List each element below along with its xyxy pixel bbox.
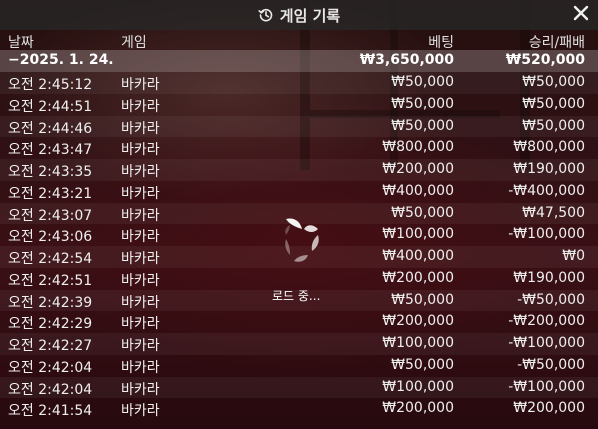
row-game: 바카라 bbox=[121, 272, 160, 289]
history-row[interactable]: 오전 2:43:21 바카라 ₩400,000 -₩400,000 bbox=[0, 181, 598, 203]
history-row[interactable]: 오전 2:42:04 바카라 ₩100,000 -₩100,000 bbox=[0, 376, 598, 399]
row-result: -₩100,000 bbox=[508, 335, 585, 351]
row-bet: ₩50,000 bbox=[391, 95, 454, 112]
loading-spinner-icon bbox=[280, 215, 324, 271]
row-game: 바카라 bbox=[121, 142, 160, 159]
row-game: 바카라 bbox=[121, 185, 160, 202]
column-header-result: 승리/패배 bbox=[528, 35, 585, 51]
close-button[interactable] bbox=[570, 4, 592, 26]
row-game: 바카라 bbox=[121, 359, 160, 376]
row-result: -₩200,000 bbox=[508, 313, 585, 330]
row-game: 바카라 bbox=[121, 164, 160, 180]
row-bet: ₩50,000 bbox=[391, 291, 454, 308]
row-game: 바카라 bbox=[121, 120, 160, 137]
history-row[interactable]: 오전 2:42:04 바카라 ₩50,000 -₩50,000 bbox=[0, 355, 598, 377]
row-result: -₩400,000 bbox=[508, 182, 585, 199]
row-result: ₩0 bbox=[562, 248, 585, 264]
row-bet: ₩50,000 bbox=[391, 204, 454, 221]
row-time: 오전 2:42:39 bbox=[8, 294, 93, 311]
row-result: ₩50,000 bbox=[522, 95, 585, 112]
row-time: 오전 2:43:35 bbox=[8, 164, 93, 180]
history-row[interactable]: 오전 2:45:12 바카라 ₩50,000 ₩50,000 bbox=[0, 72, 598, 94]
row-result: -₩50,000 bbox=[517, 291, 585, 308]
row-bet: ₩400,000 bbox=[382, 182, 454, 199]
history-icon bbox=[258, 7, 274, 23]
row-bet: ₩200,000 bbox=[382, 400, 454, 417]
row-result: ₩190,000 bbox=[513, 161, 585, 177]
row-time: 오전 2:42:04 bbox=[8, 381, 93, 398]
summary-bet: ₩3,650,000 bbox=[359, 52, 454, 68]
row-time: 오전 2:45:12 bbox=[8, 77, 93, 93]
row-bet: ₩400,000 bbox=[382, 248, 454, 264]
row-bet: ₩100,000 bbox=[382, 378, 454, 395]
row-bet: ₩100,000 bbox=[382, 335, 454, 351]
row-bet: ₩50,000 bbox=[391, 356, 454, 373]
row-result: -₩100,000 bbox=[508, 378, 585, 395]
column-header-bet: 베팅 bbox=[428, 35, 454, 51]
row-bet: ₩200,000 bbox=[382, 313, 454, 330]
row-result: ₩200,000 bbox=[513, 400, 585, 417]
row-time: 오전 2:43:21 bbox=[8, 185, 93, 202]
row-time: 오전 2:44:51 bbox=[8, 98, 93, 115]
summary-result: ₩520,000 bbox=[505, 52, 585, 68]
history-row[interactable]: 오전 2:43:47 바카라 ₩800,000 ₩800,000 bbox=[0, 137, 598, 159]
row-result: ₩800,000 bbox=[513, 139, 585, 156]
row-time: 오전 2:43:47 bbox=[8, 142, 93, 159]
row-bet: ₩50,000 bbox=[391, 74, 454, 90]
row-game: 바카라 bbox=[121, 98, 160, 115]
history-row[interactable]: 오전 2:43:35 바카라 ₩200,000 ₩190,000 bbox=[0, 159, 598, 181]
row-time: 오전 2:43:07 bbox=[8, 207, 93, 224]
title-bar: 게임 기록 bbox=[0, 0, 598, 30]
row-bet: ₩800,000 bbox=[382, 139, 454, 156]
row-time: 오전 2:42:51 bbox=[8, 272, 93, 289]
row-game: 바카라 bbox=[121, 316, 160, 333]
history-row[interactable]: 오전 2:42:27 바카라 ₩100,000 -₩100,000 bbox=[0, 333, 598, 355]
summary-date: −2025. 1. 24. bbox=[8, 52, 114, 68]
row-result: ₩50,000 bbox=[522, 117, 585, 134]
row-time: 오전 2:42:29 bbox=[8, 316, 93, 333]
row-game: 바카라 bbox=[121, 403, 160, 420]
row-game: 바카라 bbox=[121, 229, 160, 246]
row-result: ₩47,500 bbox=[522, 204, 585, 221]
row-result: -₩50,000 bbox=[517, 356, 585, 373]
row-time: 오전 2:43:06 bbox=[8, 229, 93, 246]
row-bet: ₩200,000 bbox=[382, 269, 454, 286]
row-game: 바카라 bbox=[121, 294, 160, 311]
row-time: 오전 2:42:54 bbox=[8, 251, 93, 267]
row-bet: ₩200,000 bbox=[382, 161, 454, 177]
row-game: 바카라 bbox=[121, 381, 160, 398]
row-time: 오전 2:44:46 bbox=[8, 120, 93, 137]
history-row[interactable]: 오전 2:41:54 바카라 ₩200,000 ₩200,000 bbox=[0, 398, 598, 420]
row-time: 오전 2:41:54 bbox=[8, 403, 93, 420]
row-bet: ₩100,000 bbox=[382, 226, 454, 243]
row-game: 바카라 bbox=[121, 207, 160, 224]
page-title: 게임 기록 bbox=[279, 6, 341, 25]
row-game: 바카라 bbox=[121, 338, 160, 354]
column-header-game: 게임 bbox=[121, 35, 147, 51]
row-result: ₩190,000 bbox=[513, 269, 585, 286]
history-row[interactable]: 오전 2:44:51 바카라 ₩50,000 ₩50,000 bbox=[0, 94, 598, 116]
row-game: 바카라 bbox=[121, 251, 160, 267]
column-header-date: 날짜 bbox=[8, 35, 34, 51]
row-time: 오전 2:42:04 bbox=[8, 359, 93, 376]
row-game: 바카라 bbox=[121, 77, 160, 93]
date-summary-row[interactable]: −2025. 1. 24. ₩3,650,000 ₩520,000 bbox=[0, 50, 598, 72]
loading-label: 로드 중... bbox=[272, 289, 321, 303]
row-bet: ₩50,000 bbox=[391, 117, 454, 134]
close-icon bbox=[573, 5, 589, 25]
table-header: 날짜 게임 베팅 승리/패배 bbox=[0, 30, 598, 51]
row-result: ₩50,000 bbox=[522, 74, 585, 90]
history-row[interactable]: 오전 2:44:46 바카라 ₩50,000 ₩50,000 bbox=[0, 115, 598, 138]
title-group: 게임 기록 bbox=[258, 5, 340, 26]
row-time: 오전 2:42:27 bbox=[8, 338, 93, 354]
history-row[interactable]: 오전 2:42:29 바카라 ₩200,000 -₩200,000 bbox=[0, 311, 598, 333]
row-result: -₩100,000 bbox=[508, 226, 585, 243]
